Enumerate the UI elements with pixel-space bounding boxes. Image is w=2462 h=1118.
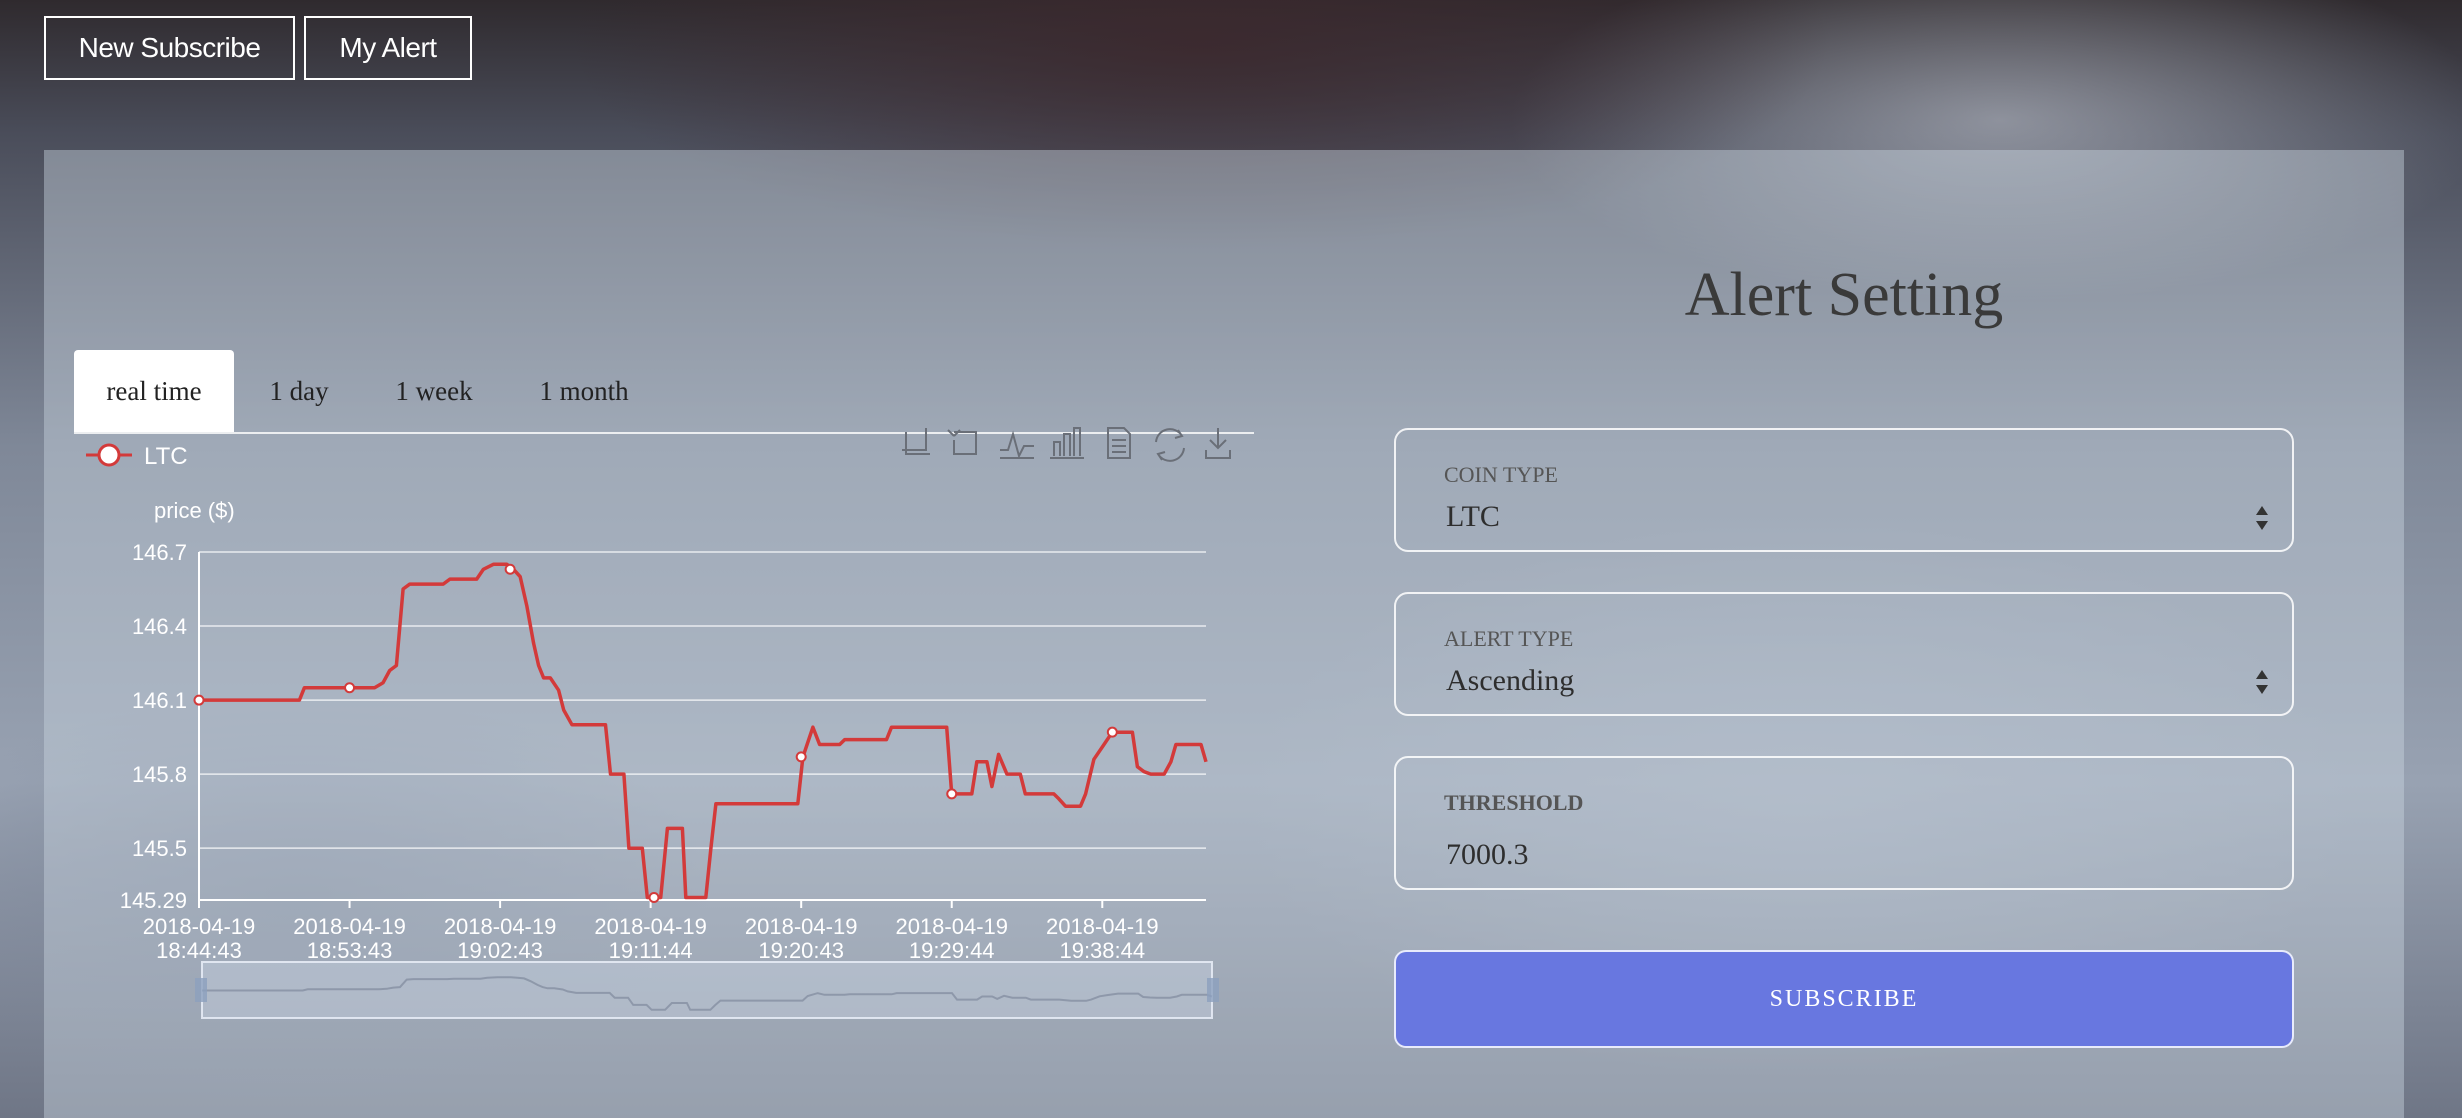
x-tick-time: 19:38:44 xyxy=(1059,938,1145,963)
data-zoom-slider[interactable] xyxy=(195,961,1219,1019)
x-tick-time: 19:02:43 xyxy=(457,938,543,963)
threshold-field[interactable]: THRESHOLD 7000.3 xyxy=(1394,756,2294,890)
coin-type-value: LTC xyxy=(1446,500,1500,533)
x-tick-time: 18:53:43 xyxy=(307,938,393,963)
line-chart-icon[interactable] xyxy=(1000,430,1034,459)
x-tick-date: 2018-04-19 xyxy=(444,914,557,939)
threshold-input[interactable]: 7000.3 xyxy=(1446,838,1529,872)
y-axis-label: price ($) xyxy=(154,498,235,523)
data-point-marker[interactable] xyxy=(504,563,516,575)
alert-type-value: Ascending xyxy=(1446,664,1575,697)
chart-area: real time 1 day 1 week 1 month LTC price… xyxy=(44,150,1344,1118)
y-tick-label: 146.4 xyxy=(132,614,187,639)
zoom-select-icon[interactable] xyxy=(902,428,930,455)
x-tick-time: 19:29:44 xyxy=(909,938,995,963)
bar-chart-icon[interactable] xyxy=(1050,427,1084,459)
x-tick-date: 2018-04-19 xyxy=(293,914,406,939)
data-point-marker[interactable] xyxy=(344,682,356,694)
price-chart: LTC price ($) 146.7146.4146.1145.8145.51… xyxy=(86,427,1231,1019)
zoom-reset-icon[interactable] xyxy=(947,429,977,455)
x-tick-time: 19:11:44 xyxy=(609,938,693,963)
legend-marker-icon xyxy=(97,443,121,467)
new-subscribe-button[interactable]: New Subscribe xyxy=(44,16,295,80)
form-title: Alert Setting xyxy=(1684,261,2004,329)
data-point-marker[interactable] xyxy=(946,788,958,800)
x-tick-date: 2018-04-19 xyxy=(1046,914,1159,939)
x-tick-time: 18:44:43 xyxy=(156,938,242,963)
main-panel: real time 1 day 1 week 1 month LTC price… xyxy=(44,150,2404,1118)
alert-type-label: ALERT TYPE xyxy=(1444,626,1574,651)
data-point-marker[interactable] xyxy=(1106,726,1118,738)
y-tick-label: 145.29 xyxy=(120,888,187,913)
select-arrows-icon xyxy=(2256,670,2268,694)
data-point-marker[interactable] xyxy=(795,751,807,763)
x-tick-date: 2018-04-19 xyxy=(895,914,1008,939)
subscribe-button[interactable]: SUBSCRIBE xyxy=(1394,950,2294,1048)
data-point-marker[interactable] xyxy=(648,892,660,904)
legend-label: LTC xyxy=(144,443,188,470)
restore-icon[interactable] xyxy=(1155,428,1185,462)
threshold-label: THRESHOLD xyxy=(1444,790,1584,815)
x-tick-time: 19:20:43 xyxy=(758,938,844,963)
x-tick-date: 2018-04-19 xyxy=(745,914,858,939)
coin-type-select[interactable]: COIN TYPE LTC xyxy=(1394,428,2294,552)
y-tick-label: 146.7 xyxy=(132,540,187,565)
coin-type-label: COIN TYPE xyxy=(1444,462,1558,487)
select-arrows-icon xyxy=(2256,506,2268,530)
slider-handle-right[interactable] xyxy=(1207,978,1219,1002)
my-alert-button[interactable]: My Alert xyxy=(304,16,472,80)
legend[interactable]: LTC xyxy=(86,443,188,470)
alert-type-select[interactable]: ALERT TYPE Ascending xyxy=(1394,592,2294,716)
data-point-marker[interactable] xyxy=(193,694,205,706)
y-tick-label: 145.8 xyxy=(132,762,187,787)
save-image-icon[interactable] xyxy=(1205,428,1231,459)
data-view-icon[interactable] xyxy=(1107,427,1131,459)
slider-handle-left[interactable] xyxy=(195,978,207,1002)
y-tick-label: 146.1 xyxy=(132,688,187,713)
x-tick-date: 2018-04-19 xyxy=(143,914,256,939)
x-tick-date: 2018-04-19 xyxy=(594,914,707,939)
y-tick-label: 145.5 xyxy=(132,836,187,861)
